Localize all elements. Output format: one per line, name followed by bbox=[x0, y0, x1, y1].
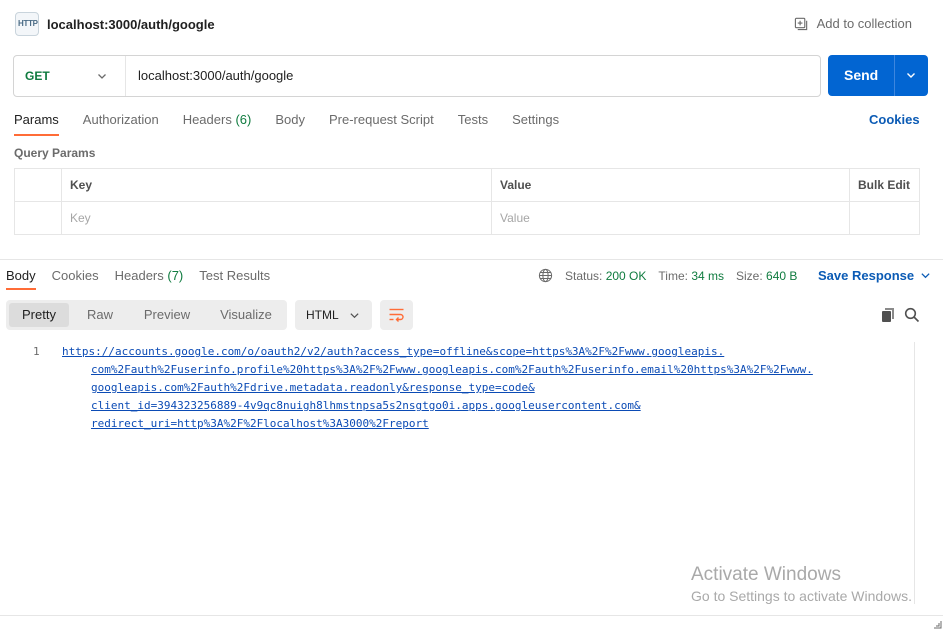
tab-body[interactable]: Body bbox=[275, 112, 305, 136]
globe-icon[interactable] bbox=[538, 268, 553, 283]
table-header-row: Key Value Bulk Edit bbox=[15, 169, 919, 202]
response-tabs: Body Cookies Headers (7) Test Results bbox=[6, 268, 286, 290]
row-checkbox-cell bbox=[15, 202, 61, 235]
response-link-line[interactable]: com%2Fauth%2Fuserinfo.profile%20https%3A… bbox=[91, 363, 813, 376]
response-tab-body-label: Body bbox=[6, 268, 36, 283]
add-to-collection-button[interactable]: Add to collection bbox=[794, 16, 912, 31]
response-tab-test-results[interactable]: Test Results bbox=[199, 268, 270, 290]
wrap-lines-button[interactable] bbox=[380, 300, 413, 330]
bulk-edit-button[interactable]: Bulk Edit bbox=[849, 169, 919, 202]
tab-settings[interactable]: Settings bbox=[512, 112, 559, 136]
response-link-line[interactable]: redirect_uri=http%3A%2F%2Flocalhost%3A30… bbox=[91, 417, 429, 430]
status-label: Status: bbox=[565, 268, 603, 283]
search-icon[interactable] bbox=[904, 307, 920, 323]
tab-params[interactable]: Params bbox=[14, 112, 59, 136]
tab-settings-label: Settings bbox=[512, 112, 560, 127]
tab-tests[interactable]: Tests bbox=[458, 112, 488, 136]
response-tab-headers-count: (7) bbox=[167, 268, 184, 283]
query-params-title: Query Params bbox=[14, 146, 96, 160]
response-tab-test-results-label: Test Results bbox=[199, 268, 271, 283]
tab-headers-count: (6) bbox=[235, 112, 252, 127]
tab-headers[interactable]: Headers (6) bbox=[183, 112, 252, 136]
response-tab-headers-label: Headers bbox=[114, 268, 164, 283]
url-bar: GET localhost:3000/auth/google bbox=[13, 55, 821, 97]
add-to-collection-label: Add to collection bbox=[816, 16, 912, 31]
time-value: 34 ms bbox=[691, 268, 724, 283]
view-mode-toolbar: Pretty Raw Preview Visualize bbox=[6, 300, 287, 330]
tab-params-label: Params bbox=[14, 112, 59, 127]
tab-authorization[interactable]: Authorization bbox=[83, 112, 159, 136]
tab-tests-label: Tests bbox=[457, 112, 489, 127]
size-label: Size: bbox=[736, 268, 763, 283]
time-group[interactable]: Time: 34 ms bbox=[658, 269, 724, 283]
line-number: 1 bbox=[33, 345, 40, 358]
response-tab-headers[interactable]: Headers (7) bbox=[115, 268, 184, 290]
chevron-down-icon bbox=[350, 313, 359, 319]
value-input[interactable]: Value bbox=[491, 202, 849, 235]
method-select[interactable]: GET bbox=[14, 56, 126, 96]
row-actions-cell bbox=[849, 202, 919, 235]
vertical-scrollbar[interactable] bbox=[914, 342, 926, 604]
wrap-lines-icon bbox=[389, 308, 404, 322]
resize-corner-icon[interactable] bbox=[933, 620, 942, 629]
view-pretty-button[interactable]: Pretty bbox=[9, 303, 69, 327]
response-tab-body[interactable]: Body bbox=[6, 268, 36, 290]
tab-headers-label: Headers bbox=[182, 112, 232, 127]
tab-authorization-label: Authorization bbox=[82, 112, 159, 127]
http-icon-label: HTTP bbox=[18, 19, 38, 28]
size-group[interactable]: Size: 640 B bbox=[736, 269, 797, 283]
url-input[interactable]: localhost:3000/auth/google bbox=[138, 68, 293, 83]
value-column-header: Value bbox=[491, 169, 849, 202]
request-name[interactable]: localhost:3000/auth/google bbox=[47, 17, 215, 32]
view-preview-button[interactable]: Preview bbox=[134, 303, 200, 327]
send-options-chevron-icon[interactable] bbox=[905, 69, 917, 81]
time-label: Time: bbox=[658, 268, 688, 283]
tab-pre-request-script[interactable]: Pre-request Script bbox=[329, 112, 434, 136]
response-link-line[interactable]: googleapis.com%2Fauth%2Fdrive.metadata.r… bbox=[91, 381, 535, 394]
response-tab-cookies[interactable]: Cookies bbox=[52, 268, 99, 290]
key-input[interactable]: Key bbox=[61, 202, 491, 235]
http-icon: HTTP bbox=[15, 12, 39, 36]
query-params-table: Key Value Bulk Edit Key Value bbox=[14, 168, 920, 235]
response-link-line[interactable]: https://accounts.google.com/o/oauth2/v2/… bbox=[62, 345, 724, 358]
size-value: 640 B bbox=[766, 268, 798, 283]
status-value: 200 OK bbox=[605, 268, 647, 283]
activation-watermark-subtitle: Go to Settings to activate Windows. bbox=[691, 588, 912, 604]
view-raw-button[interactable]: Raw bbox=[76, 303, 124, 327]
save-response-button[interactable]: Save Response bbox=[818, 268, 931, 283]
pane-divider[interactable] bbox=[0, 259, 943, 260]
method-label: GET bbox=[25, 69, 50, 83]
checkbox-header-cell bbox=[15, 169, 61, 202]
tab-pre-request-script-label: Pre-request Script bbox=[328, 112, 434, 127]
activation-watermark-title: Activate Windows bbox=[691, 564, 841, 585]
response-link-line[interactable]: client_id=394323256889-4v9qc8nuigh8lhmst… bbox=[91, 399, 641, 412]
status-bar-divider bbox=[0, 615, 943, 616]
tab-body-label: Body bbox=[275, 112, 305, 127]
request-title-bar: HTTP localhost:3000/auth/google Add to c… bbox=[0, 0, 943, 48]
table-row: Key Value bbox=[15, 202, 919, 235]
response-status-area: Status: 200 OK Time: 34 ms Size: 640 B bbox=[538, 268, 809, 283]
collection-add-icon bbox=[794, 17, 807, 31]
format-select[interactable]: HTML bbox=[295, 300, 372, 330]
copy-icon[interactable] bbox=[880, 307, 896, 323]
send-label: Send bbox=[844, 67, 879, 83]
chevron-down-icon bbox=[921, 273, 930, 279]
save-response-label: Save Response bbox=[818, 268, 915, 283]
status-group[interactable]: Status: 200 OK bbox=[565, 269, 646, 283]
format-label: HTML bbox=[306, 308, 339, 322]
cookies-link[interactable]: Cookies bbox=[869, 112, 920, 127]
send-divider bbox=[894, 55, 895, 96]
chevron-down-icon bbox=[98, 74, 106, 79]
response-tab-cookies-label: Cookies bbox=[51, 268, 99, 283]
send-button[interactable]: Send bbox=[828, 55, 928, 96]
request-tabs: Params Authorization Headers (6) Body Pr… bbox=[14, 112, 583, 136]
key-column-header: Key bbox=[61, 169, 491, 202]
view-visualize-button[interactable]: Visualize bbox=[211, 303, 281, 327]
